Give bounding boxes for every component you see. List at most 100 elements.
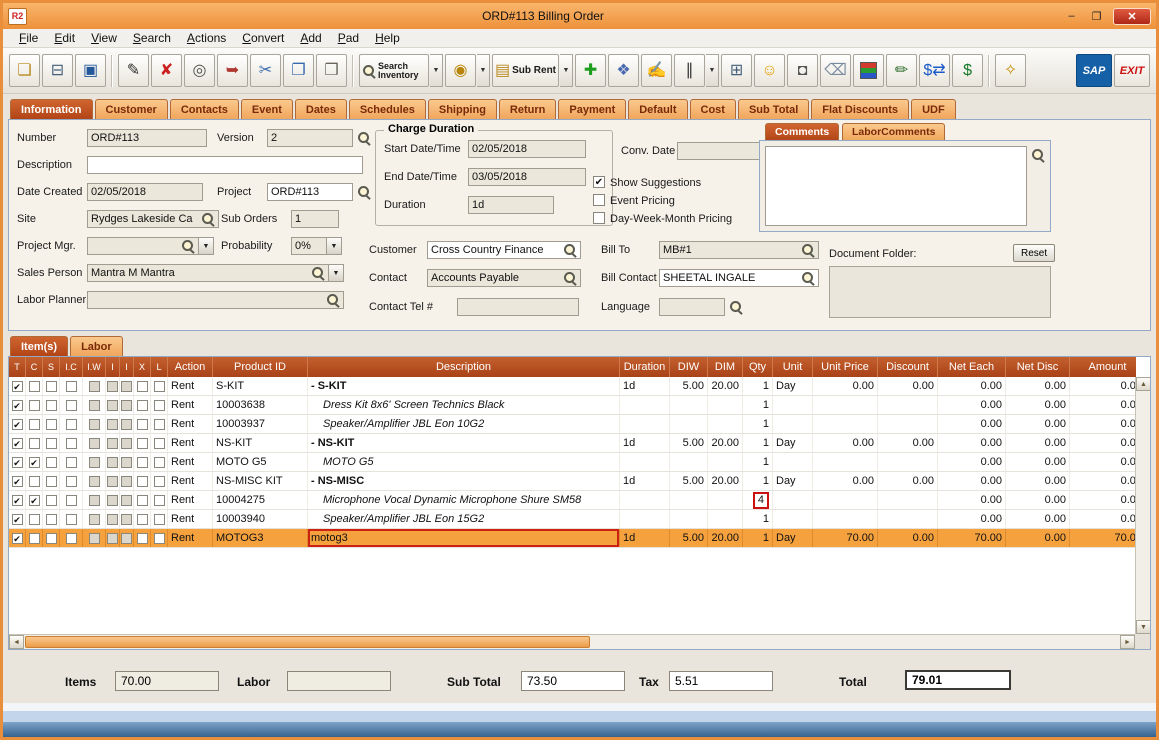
- table-row[interactable]: ✔✔RentMOTO G5MOTO G510.000.000.00: [9, 453, 1136, 472]
- site-field[interactable]: Rydges Lakeside Ca: [87, 210, 219, 228]
- table-row[interactable]: ✔ Rent NS-MISC KIT - NS-MISC 1d 5.00 20.00 1 Day…: [9, 472, 1136, 491]
- row-checkbox-l[interactable]: [153, 513, 165, 525]
- cell-diw[interactable]: 5.00: [670, 377, 708, 395]
- cell-duration[interactable]: [620, 491, 670, 509]
- cell-product_id[interactable]: NS-KIT: [213, 434, 308, 452]
- search-inventory-button[interactable]: Search Inventory: [359, 54, 429, 87]
- smiley-button[interactable]: ☺: [754, 54, 786, 87]
- cell-description[interactable]: Speaker/Amplifier JBL Eon 15G2: [308, 510, 620, 528]
- cell-product_id[interactable]: MOTOG3: [213, 529, 308, 547]
- cell-diw[interactable]: 5.00: [670, 529, 708, 547]
- menu-convert[interactable]: Convert: [234, 29, 292, 47]
- horizontal-scrollbar[interactable]: ◄ ►: [9, 634, 1135, 649]
- cell-unit_price[interactable]: 70.00: [813, 529, 878, 547]
- cell-amount[interactable]: 0.00: [1070, 377, 1136, 395]
- dwm-pricing-checkbox[interactable]: [593, 212, 605, 224]
- cell-duration[interactable]: 1d: [620, 377, 670, 395]
- cell-product_id[interactable]: MOTO G5: [213, 453, 308, 471]
- row-checkbox-l[interactable]: [153, 532, 165, 544]
- cell-dim[interactable]: [708, 415, 743, 433]
- cell-description[interactable]: - NS-MISC: [308, 472, 620, 490]
- cell-product_id[interactable]: 10003937: [213, 415, 308, 433]
- scroll-down-arrow[interactable]: ▼: [1136, 620, 1150, 634]
- paste-button[interactable]: ❒: [316, 54, 347, 87]
- cell-qty[interactable]: 1: [743, 415, 773, 433]
- cell-action[interactable]: Rent: [168, 434, 213, 452]
- start-date-field[interactable]: 02/05/2018: [468, 140, 586, 158]
- cell-discount[interactable]: [878, 491, 938, 509]
- menu-help[interactable]: Help: [367, 29, 408, 47]
- row-checkbox-s[interactable]: [45, 418, 57, 430]
- cell-qty[interactable]: 1: [743, 510, 773, 528]
- tab-contacts[interactable]: Contacts: [169, 99, 239, 119]
- horizontal-scroll-thumb[interactable]: [25, 636, 590, 648]
- cell-net_each[interactable]: 0.00: [938, 472, 1006, 490]
- cell-diw[interactable]: [670, 415, 708, 433]
- eraser-button[interactable]: ⌫: [820, 54, 852, 87]
- cell-duration[interactable]: 1d: [620, 472, 670, 490]
- row-checkbox-x[interactable]: [136, 399, 148, 411]
- cell-action[interactable]: Rent: [168, 472, 213, 490]
- end-date-field[interactable]: 03/05/2018: [468, 168, 586, 186]
- cell-net_disc[interactable]: 0.00: [1006, 529, 1070, 547]
- cell-dim[interactable]: 20.00: [708, 529, 743, 547]
- column-header-unit[interactable]: Unit: [773, 357, 813, 377]
- tab-return[interactable]: Return: [498, 99, 557, 119]
- cell-net_disc[interactable]: 0.00: [1006, 453, 1070, 471]
- cell-action[interactable]: Rent: [168, 529, 213, 547]
- row-checkbox-s[interactable]: [45, 380, 57, 392]
- row-checkbox-l[interactable]: [153, 475, 165, 487]
- customer-search-icon[interactable]: [563, 243, 577, 257]
- project-mgr-dropdown[interactable]: ▼: [198, 237, 214, 255]
- tab-shipping[interactable]: Shipping: [427, 99, 497, 119]
- row-checkbox-ic[interactable]: [65, 437, 77, 449]
- row-checkbox-x[interactable]: [136, 494, 148, 506]
- row-checkbox-l[interactable]: [153, 437, 165, 449]
- row-checkbox-c[interactable]: [28, 399, 40, 411]
- row-checkbox-x[interactable]: [136, 437, 148, 449]
- row-checkbox-c[interactable]: [28, 418, 40, 430]
- column-header-l[interactable]: L: [151, 357, 168, 377]
- row-checkbox-t[interactable]: ✔: [11, 380, 23, 392]
- menu-add[interactable]: Add: [292, 29, 329, 47]
- tab-cost[interactable]: Cost: [689, 99, 736, 119]
- label-print-button[interactable]: ⊞: [721, 54, 753, 87]
- row-checkbox-s[interactable]: [45, 399, 57, 411]
- column-header-discount[interactable]: Discount: [878, 357, 938, 377]
- cell-action[interactable]: Rent: [168, 415, 213, 433]
- row-checkbox-l[interactable]: [153, 399, 165, 411]
- row-checkbox-t[interactable]: ✔: [11, 456, 23, 468]
- cell-diw[interactable]: 5.00: [670, 434, 708, 452]
- currency-globe-button[interactable]: ◉: [445, 54, 476, 87]
- row-checkbox-c[interactable]: [28, 380, 40, 392]
- cell-action[interactable]: Rent: [168, 491, 213, 509]
- cell-dim[interactable]: 20.00: [708, 377, 743, 395]
- conv-date-field[interactable]: [677, 142, 767, 160]
- bill-contact-search-icon[interactable]: [801, 271, 815, 285]
- copy-button[interactable]: ❐: [283, 54, 314, 87]
- cell-dim[interactable]: 20.00: [708, 434, 743, 452]
- cell-unit[interactable]: [773, 453, 813, 471]
- table-row[interactable]: ✔ Rent S-KIT - S-KIT 1d 5.00 20.00 1 Day 0.00 0.00…: [9, 377, 1136, 396]
- column-header-net_each[interactable]: Net Each: [938, 357, 1006, 377]
- version-search-icon[interactable]: [357, 131, 371, 145]
- duration-field[interactable]: 1d: [468, 196, 554, 214]
- print-button[interactable]: ⊟: [42, 54, 73, 87]
- language-field[interactable]: [659, 298, 725, 316]
- currency-convert-button[interactable]: $⇄: [919, 54, 951, 87]
- row-checkbox-t[interactable]: ✔: [11, 418, 23, 430]
- cell-description[interactable]: - S-KIT: [308, 377, 620, 395]
- column-header-net_disc[interactable]: Net Disc: [1006, 357, 1070, 377]
- row-checkbox-x[interactable]: [136, 418, 148, 430]
- cell-unit_price[interactable]: [813, 415, 878, 433]
- cell-net_each[interactable]: 70.00: [938, 529, 1006, 547]
- row-checkbox-ic[interactable]: [65, 399, 77, 411]
- sales-person-field[interactable]: Mantra M Mantra: [87, 264, 329, 282]
- menu-search[interactable]: Search: [125, 29, 179, 47]
- column-header-iw[interactable]: I.W: [83, 357, 106, 377]
- tab-customer[interactable]: Customer: [94, 99, 168, 119]
- cell-dim[interactable]: [708, 510, 743, 528]
- cell-net_each[interactable]: 0.00: [938, 434, 1006, 452]
- customer-field[interactable]: Cross Country Finance: [427, 241, 581, 259]
- cell-duration[interactable]: [620, 415, 670, 433]
